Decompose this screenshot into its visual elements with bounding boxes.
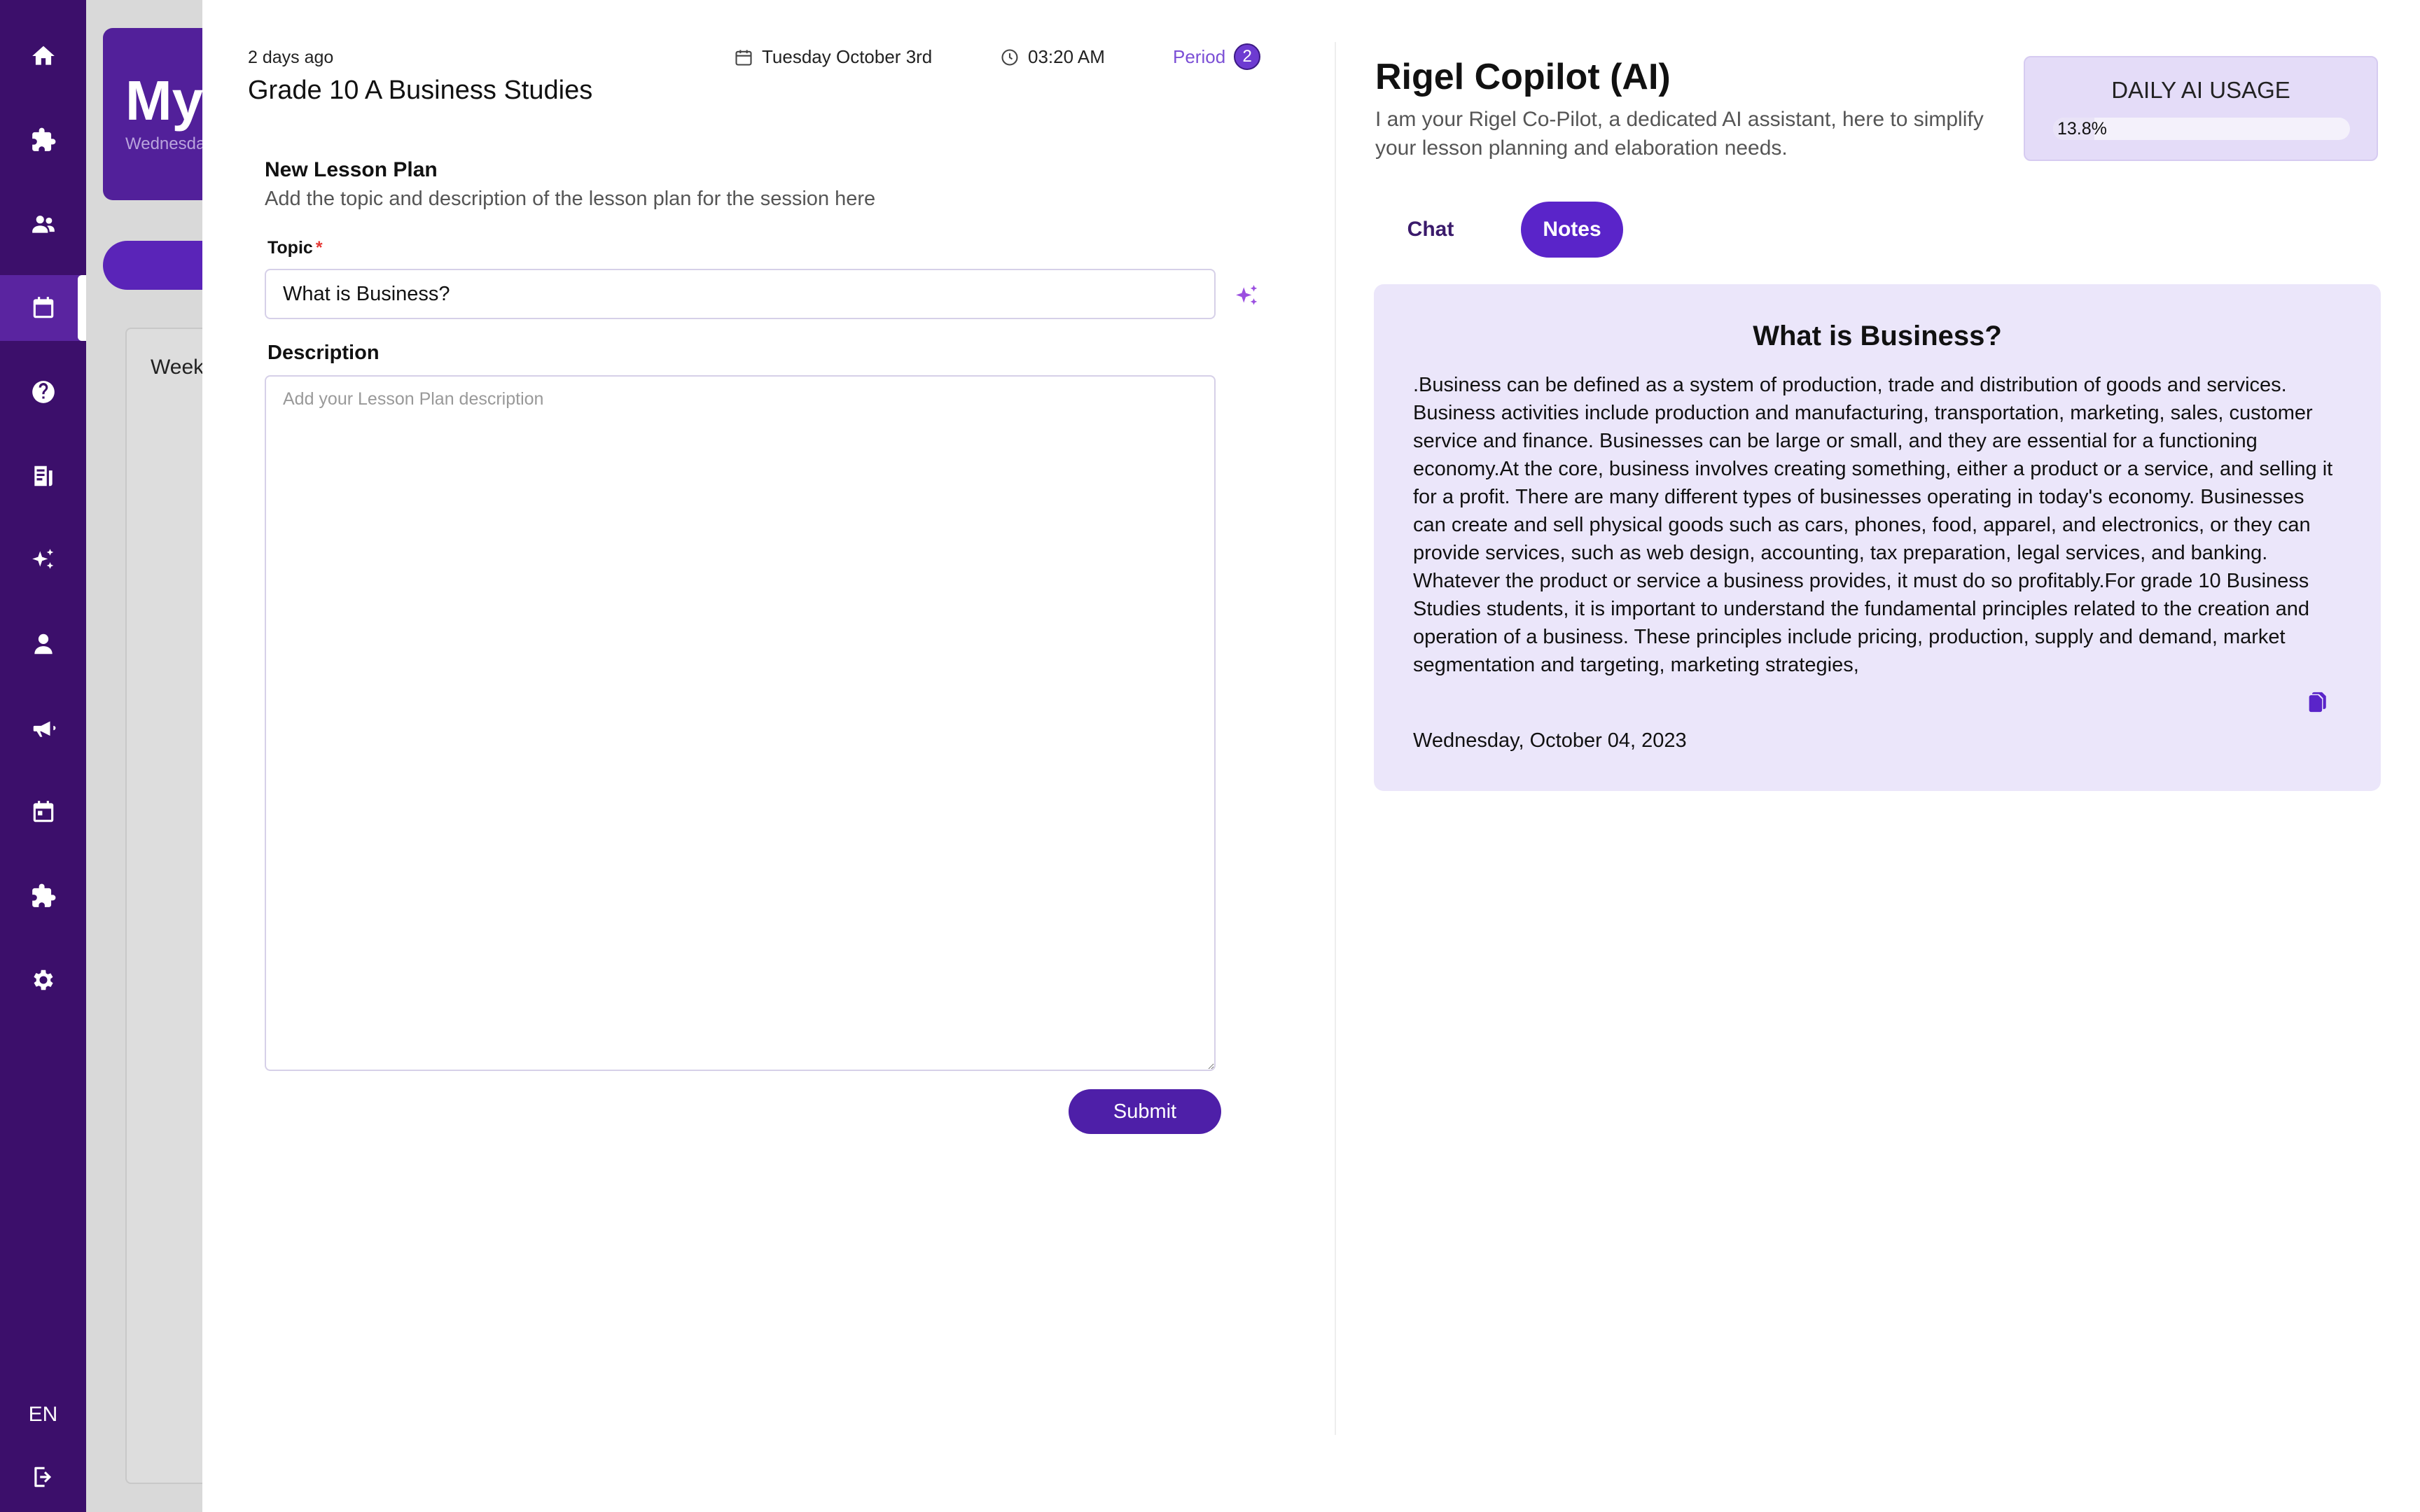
schedule-icon (33, 801, 53, 822)
calendar-icon (33, 297, 53, 318)
topic-input[interactable] (265, 269, 1216, 319)
calendar-icon (735, 50, 752, 66)
period-label: Period (1173, 46, 1226, 67)
sidebar: EN (0, 0, 86, 1512)
background-week-label: Week (151, 356, 202, 379)
sidebar-item-help[interactable] (0, 359, 86, 425)
home-icon (32, 46, 55, 65)
form-title: New Lesson Plan (265, 158, 438, 181)
sidebar-item-ai[interactable] (0, 527, 86, 593)
sidebar-item-modules[interactable] (0, 107, 86, 173)
sidebar-item-home[interactable] (0, 23, 86, 89)
note-body: .Business can be defined as a system of … (1413, 374, 2333, 676)
sidebar-item-settings[interactable] (0, 947, 86, 1013)
sidebar-item-calendar[interactable] (0, 275, 86, 341)
copy-icon[interactable] (2305, 690, 2329, 714)
puzzle-icon (32, 883, 55, 907)
sidebar-item-profile[interactable] (0, 611, 86, 677)
background-hero-card: My Wednesda (103, 28, 202, 200)
background-page: My Wednesda Week (86, 0, 202, 1512)
clock-icon (1001, 48, 1018, 66)
background-action-button (103, 241, 202, 290)
logout-button[interactable] (0, 1457, 86, 1497)
lesson-time: 03:20 AM (1000, 46, 1105, 68)
tab-chat[interactable]: Chat (1375, 202, 1486, 258)
usage-percent: 13.8% (2057, 119, 2107, 139)
background-hero-title: My (125, 69, 202, 132)
lesson-time-text: 03:20 AM (1028, 46, 1105, 67)
note-date: Wednesday, October 04, 2023 (1413, 729, 1687, 752)
lesson-date: Tuesday October 3rd (734, 46, 932, 68)
copilot-title: Rigel Copilot (AI) (1375, 57, 1671, 97)
sidebar-item-announcements[interactable] (0, 695, 86, 761)
background-hero-subtitle: Wednesda (125, 134, 202, 153)
megaphone-icon (33, 721, 55, 737)
report-icon (34, 465, 53, 486)
period-indicator: Period 2 (1173, 43, 1261, 70)
tab-notes[interactable]: Notes (1521, 202, 1623, 258)
sparkle-icon (32, 549, 53, 569)
required-marker: * (315, 238, 323, 258)
submit-button[interactable]: Submit (1069, 1089, 1221, 1134)
sidebar-item-users[interactable] (0, 191, 86, 257)
background-week-card: Week (125, 328, 202, 1484)
person-icon (34, 634, 53, 654)
form-subtitle: Add the topic and description of the les… (265, 188, 876, 210)
lesson-date-text: Tuesday October 3rd (762, 46, 933, 67)
language-switcher[interactable]: EN (0, 1403, 86, 1427)
notes-card: What is Business? .Business can be defin… (1374, 284, 2381, 791)
help-icon (32, 381, 55, 403)
class-title: Grade 10 A Business Studies (248, 76, 593, 105)
ai-generate-icon[interactable] (1234, 283, 1260, 309)
period-number-badge: 2 (1234, 43, 1261, 70)
gear-icon (33, 969, 53, 990)
description-textarea[interactable] (265, 375, 1216, 1071)
logout-icon (34, 1466, 51, 1488)
topic-label-text: Topic (267, 238, 313, 258)
panel-divider (1335, 42, 1336, 1435)
puzzle-icon (32, 127, 55, 151)
copilot-description: I am your Rigel Co-Pilot, a dedicated AI… (1375, 108, 1984, 160)
topic-label: Topic * (267, 238, 323, 258)
description-label: Description (267, 342, 380, 364)
time-ago: 2 days ago (248, 48, 334, 67)
sidebar-item-schedule[interactable] (0, 779, 86, 845)
daily-ai-usage-card: DAILY AI USAGE 13.8% (2024, 56, 2378, 161)
sidebar-item-reports[interactable] (0, 443, 86, 509)
sidebar-item-extensions[interactable] (0, 863, 86, 929)
users-icon (32, 216, 55, 233)
note-title: What is Business? (1753, 321, 2002, 351)
usage-title: DAILY AI USAGE (2111, 77, 2290, 103)
